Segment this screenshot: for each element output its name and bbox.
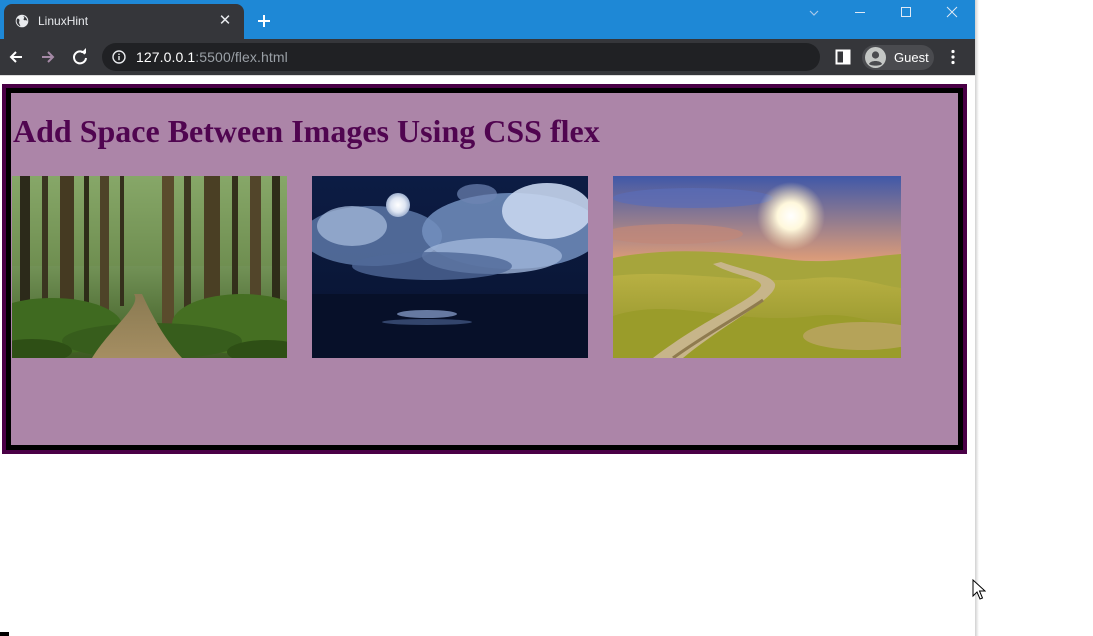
address-bar[interactable]: 127.0.0.1:5500/flex.html xyxy=(102,43,820,71)
back-button[interactable] xyxy=(4,45,28,69)
url-host: 127.0.0.1 xyxy=(136,49,196,65)
minimize-button[interactable] xyxy=(837,2,883,24)
close-tab-icon[interactable]: ✕ xyxy=(217,13,233,29)
maximize-button[interactable] xyxy=(883,2,929,24)
profile-button[interactable]: Guest xyxy=(862,45,934,70)
arrow-right-icon xyxy=(42,51,55,63)
avatar-icon xyxy=(865,47,886,68)
forest-image xyxy=(12,176,287,358)
browser-window: LinuxHint ✕ 127.0.0.1:5500/flex.html Gue… xyxy=(0,0,975,636)
side-panel-icon[interactable] xyxy=(835,49,851,65)
tab-search-button[interactable] xyxy=(791,2,837,24)
globe-icon xyxy=(15,14,29,28)
chevron-down-icon xyxy=(809,10,819,16)
kebab-menu-icon[interactable] xyxy=(946,49,960,65)
window-close-button[interactable] xyxy=(929,2,975,24)
page-heading: Add Space Between Images Using CSS flex xyxy=(13,113,600,149)
maximize-icon xyxy=(901,7,911,17)
minimize-icon xyxy=(855,12,865,13)
image-row xyxy=(12,176,901,358)
mouse-cursor-icon xyxy=(972,579,986,600)
reload-icon xyxy=(73,48,87,65)
reload-button[interactable] xyxy=(68,45,92,69)
arrow-left-icon xyxy=(9,51,22,63)
forward-button[interactable] xyxy=(36,45,60,69)
tab-title: LinuxHint xyxy=(38,14,89,28)
outer-border-box: Add Space Between Images Using CSS flex xyxy=(2,84,967,454)
page-content: Add Space Between Images Using CSS flex xyxy=(0,76,975,636)
title-bar: LinuxHint ✕ xyxy=(0,0,975,39)
profile-label: Guest xyxy=(894,50,929,65)
flex-container: Add Space Between Images Using CSS flex xyxy=(11,93,958,445)
url-path: :5500/flex.html xyxy=(195,49,288,65)
corner-mark xyxy=(0,632,9,636)
browser-tab[interactable]: LinuxHint ✕ xyxy=(4,4,244,39)
window-edge-shadow xyxy=(975,0,979,636)
browser-toolbar: 127.0.0.1:5500/flex.html Guest xyxy=(0,39,975,75)
close-icon xyxy=(946,6,958,18)
moon-image xyxy=(312,176,588,358)
plus-icon xyxy=(258,15,270,27)
url-text: 127.0.0.1:5500/flex.html xyxy=(136,49,288,65)
inner-border-box: Add Space Between Images Using CSS flex xyxy=(6,88,963,450)
info-icon[interactable] xyxy=(112,50,126,64)
new-tab-button[interactable] xyxy=(253,10,275,32)
meadow-image xyxy=(613,176,901,358)
